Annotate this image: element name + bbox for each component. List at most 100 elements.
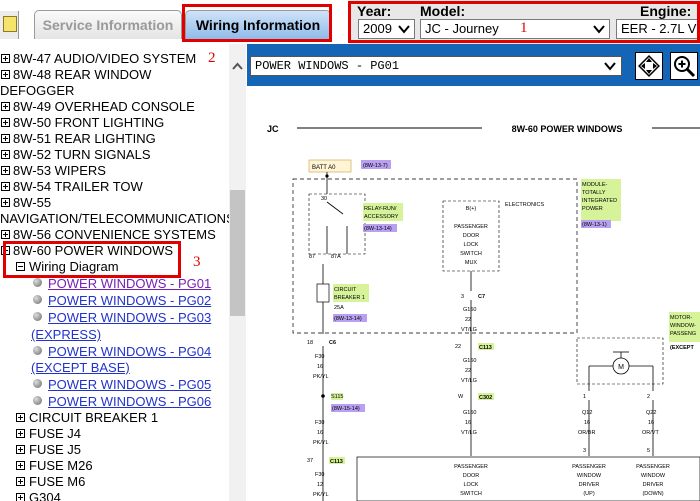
model-label: Model:: [420, 3, 466, 19]
relay-pin-87: 87: [309, 254, 315, 260]
tree-item-fuse-j4[interactable]: FUSE J4: [16, 426, 81, 441]
bottom1-0: PASSENGER: [454, 464, 488, 470]
tree-item-wiring-diagram[interactable]: Wiring Diagram: [16, 259, 119, 274]
engine-label: Engine:: [640, 3, 692, 19]
c113b-label: C113: [330, 459, 343, 465]
c6-label: C6: [329, 340, 336, 346]
switch-pin-3: 3: [583, 448, 586, 454]
pdls-label-4: MUX: [465, 260, 478, 266]
wire1-0: F30: [315, 354, 324, 360]
year-select[interactable]: 2009: [358, 19, 415, 39]
fit-page-icon: [638, 55, 660, 77]
year-value: 2009: [363, 21, 392, 36]
model-select[interactable]: JC - Journey: [420, 19, 610, 39]
tree-item-circuit-breaker-1[interactable]: CIRCUIT BREAKER 1: [16, 410, 158, 425]
chevron-down-icon: [398, 25, 410, 34]
tree-item-8w-50[interactable]: 8W-50 FRONT LIGHTING: [0, 115, 164, 130]
tree-item-8w-48-cont[interactable]: DEFOGGER: [0, 83, 74, 98]
module-ref: (8W-13-1): [582, 222, 607, 228]
tree-item-8w-55[interactable]: 8W-55: [0, 195, 51, 210]
module-label-3: POWER: [582, 206, 603, 212]
tree-item-8w-48[interactable]: 8W-48 REAR WINDOW: [0, 67, 151, 82]
c6-pin: 18: [307, 340, 313, 346]
fit-page-button[interactable]: [635, 52, 663, 80]
wiring-diagram[interactable]: JC 8W-60 POWER WINDOWS BATT A0 (8W-13-7)…: [247, 86, 700, 501]
tree-item-8w-56[interactable]: 8W-56 CONVENIENCE SYSTEMS: [0, 227, 216, 242]
tree-page-pg03-cont[interactable]: (EXPRESS): [31, 327, 101, 342]
tree-item-8w-47[interactable]: 8W-47 AUDIO/VIDEO SYSTEM: [0, 51, 196, 66]
tab-wiring-information[interactable]: Wiring Information: [185, 10, 331, 39]
engine-select[interactable]: EER - 2.7L V6: [616, 19, 700, 39]
wire4-2: PK/YL: [313, 440, 329, 446]
tree-item-fuse-m6[interactable]: FUSE M6: [16, 474, 85, 489]
module-label-0: MODULE-: [582, 182, 608, 188]
tree-page-pg04-cont[interactable]: (EXCEPT BASE): [31, 360, 130, 375]
tree-item-g304[interactable]: G304: [16, 490, 61, 501]
zoom-button[interactable]: [670, 52, 698, 80]
pdls-label-3: SWITCH: [460, 251, 482, 257]
motor-label-3: (EXCEPT: [670, 345, 694, 351]
relay-ref: (8W-13-14): [364, 226, 392, 232]
c113a-pin: 22: [455, 344, 461, 350]
bottom3-1: WINDOW: [641, 473, 666, 479]
tree-page-pg04[interactable]: POWER WINDOWS - PG04: [33, 344, 211, 359]
relay-label-2: ACCESSORY: [364, 214, 399, 220]
chevron-down-icon: [593, 25, 605, 34]
tree-page-pg01[interactable]: POWER WINDOWS - PG01: [33, 276, 211, 291]
tree-item-fuse-j5[interactable]: FUSE J5: [16, 442, 81, 457]
bottom2-2: DRIVER: [579, 482, 600, 488]
tree-item-8w-60[interactable]: 8W-60 POWER WINDOWS: [0, 243, 173, 258]
scrollbar-thumb[interactable]: [230, 190, 245, 316]
bottom3-2: DRIVER: [643, 482, 664, 488]
wire3-2: VT/LG: [461, 378, 477, 384]
page-select-value: POWER WINDOWS - PG01: [255, 59, 400, 73]
q22-1: 16: [648, 420, 654, 426]
tree-item-8w-49[interactable]: 8W-49 OVERHEAD CONSOLE: [0, 99, 195, 114]
wire6-0: F30: [315, 472, 324, 478]
pdls-label-0: PASSENGER: [454, 224, 488, 230]
s115-label: S115: [331, 394, 343, 400]
bottom3-0: PASSENGER: [636, 464, 670, 470]
batt-ref: (8W-13-7): [363, 163, 388, 169]
motor-m: M: [618, 364, 624, 371]
q12-1: 16: [584, 420, 590, 426]
tree-page-pg02[interactable]: POWER WINDOWS - PG02: [33, 293, 211, 308]
module-label-1: TOTALLY: [582, 190, 606, 196]
motor-label-2: PASSENG: [670, 331, 696, 337]
wire2-0: G160: [463, 307, 476, 313]
bottom2-0: PASSENGER: [572, 464, 606, 470]
wire5-2: VT/LG: [461, 430, 477, 436]
chevron-up-icon[interactable]: [232, 62, 243, 70]
c113b-pin: 37: [307, 458, 313, 464]
bottom1-1: DOOR: [463, 473, 480, 479]
wire6-1: 12: [317, 482, 323, 488]
wire1-2: PK/YL: [313, 374, 329, 380]
wire5-1: 16: [465, 420, 471, 426]
wire2-2: VT/LG: [461, 327, 477, 333]
annotation-number-3: 3: [193, 254, 201, 270]
motor-label-1: WINDOW-: [670, 323, 696, 329]
model-value: JC - Journey: [425, 21, 499, 36]
diagram-title: 8W-60 POWER WINDOWS: [512, 124, 623, 134]
app-document-icon[interactable]: [0, 11, 19, 39]
tree-item-8w-52[interactable]: 8W-52 TURN SIGNALS: [0, 147, 151, 162]
diagram-page-select[interactable]: POWER WINDOWS - PG01: [250, 56, 622, 76]
tree-page-pg05[interactable]: POWER WINDOWS - PG05: [33, 377, 211, 392]
bottom1-2: LOCK: [464, 482, 479, 488]
diagram-jc-label: JC: [267, 124, 279, 134]
tree-page-pg06[interactable]: POWER WINDOWS - PG06: [33, 394, 211, 409]
wiring-tree: 8W-47 AUDIO/VIDEO SYSTEM 8W-48 REAR WIND…: [0, 44, 229, 501]
tree-item-8w-53[interactable]: 8W-53 WIPERS: [0, 163, 106, 178]
batt-label: BATT A0: [312, 165, 336, 171]
wire5-0: G160: [463, 410, 476, 416]
motor-pin-1: 1: [583, 394, 586, 400]
tree-item-8w-54[interactable]: 8W-54 TRAILER TOW: [0, 179, 143, 194]
tree-item-8w-51[interactable]: 8W-51 REAR LIGHTING: [0, 131, 156, 146]
tree-item-fuse-m26[interactable]: FUSE M26: [16, 458, 93, 473]
relay-pin-30: 30: [321, 196, 327, 202]
pdls-bplus: B(+): [466, 206, 477, 212]
tree-item-8w-55-cont[interactable]: NAVIGATION/TELECOMMUNICATIONS: [0, 211, 229, 226]
tab-service-information[interactable]: Service Information: [34, 10, 182, 39]
tree-page-pg03[interactable]: POWER WINDOWS - PG03: [33, 310, 211, 325]
engine-value: EER - 2.7L V6: [621, 21, 700, 36]
